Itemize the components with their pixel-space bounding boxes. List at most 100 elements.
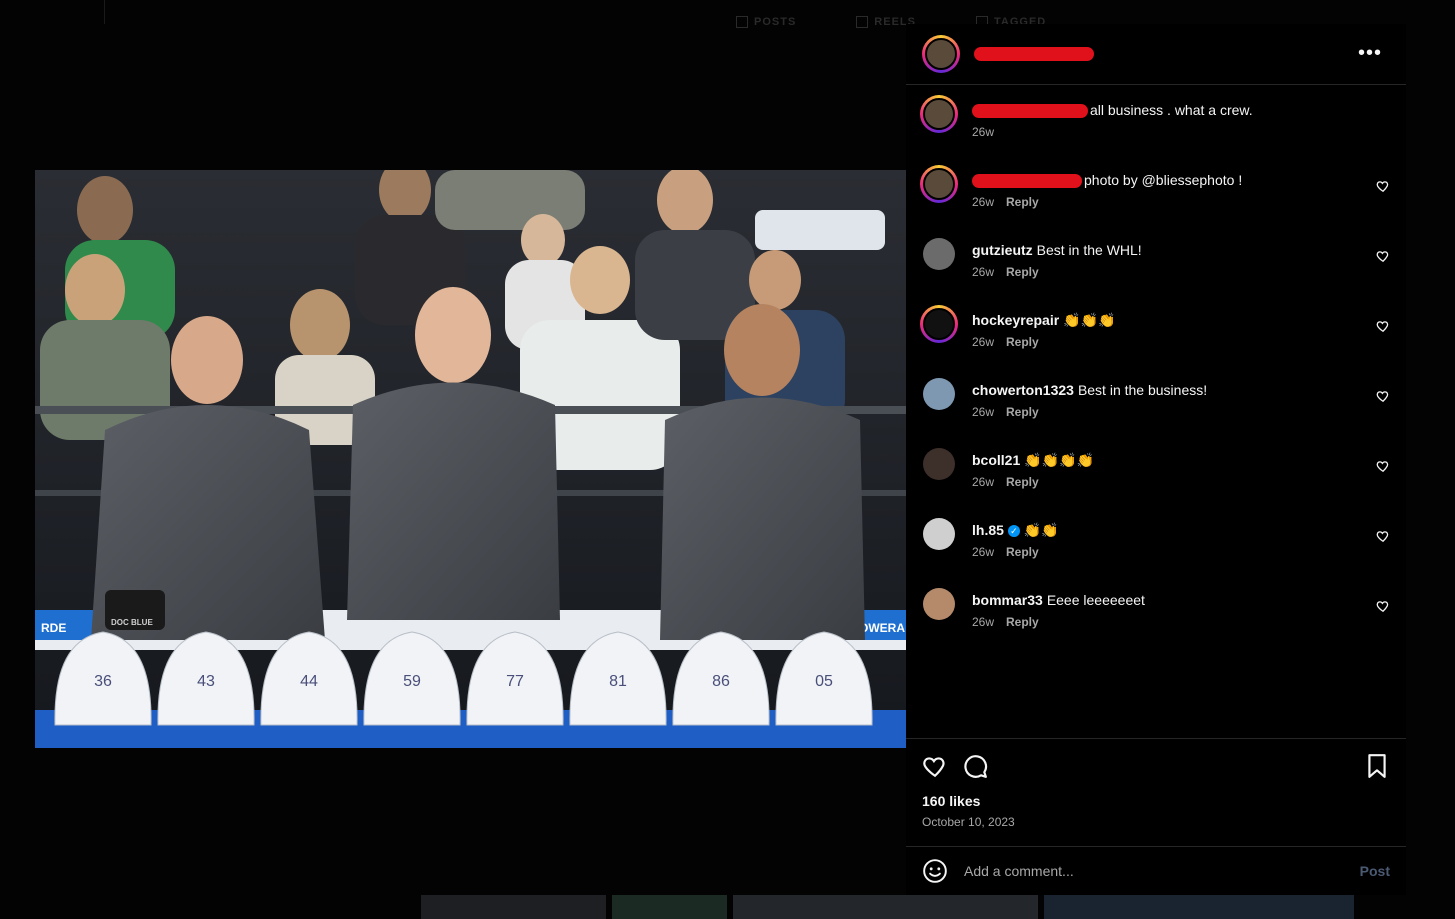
background-thumbnails [421, 895, 1354, 919]
commenter-avatar[interactable] [920, 95, 958, 133]
reels-icon [856, 16, 869, 28]
comment-like-heart-icon[interactable] [1376, 529, 1390, 543]
commenter-avatar[interactable] [923, 378, 955, 410]
avatar-image [923, 168, 955, 200]
reply-button[interactable]: Reply [1006, 615, 1039, 629]
comment-meta: 26w Reply [972, 475, 1372, 489]
comment-time[interactable]: 26w [972, 195, 994, 209]
background-thumbnail [421, 895, 606, 919]
comment-text: photo by @bliessephoto ! [1084, 172, 1243, 188]
comment-text: all business . what a crew. [1090, 102, 1253, 118]
likes-count[interactable]: 160 likes [906, 781, 1406, 809]
comment-row: gutzieutz Best in the WHL! 26w Reply [920, 235, 1390, 279]
photo-illustration: RDE POWERA DOC BLUE 36 43 44 59 77 81 86 05 [35, 170, 906, 748]
reply-button[interactable]: Reply [1006, 335, 1039, 349]
comment-time[interactable]: 26w [972, 405, 994, 419]
commenter-avatar[interactable] [923, 238, 955, 270]
redacted-username [972, 104, 1088, 119]
reply-button[interactable]: Reply [1006, 265, 1039, 279]
sign-left-text: RDE [41, 621, 66, 635]
commenter-avatar[interactable] [923, 448, 955, 480]
comment-time[interactable]: 26w [972, 545, 994, 559]
reply-button[interactable]: Reply [1006, 195, 1039, 209]
reply-button[interactable]: Reply [1006, 545, 1039, 559]
comment-like-heart-icon[interactable] [1376, 179, 1390, 193]
helmet-number: 43 [197, 673, 215, 690]
commenter-avatar[interactable] [923, 518, 955, 550]
reply-button[interactable]: Reply [1006, 405, 1039, 419]
reply-button[interactable]: Reply [1006, 475, 1039, 489]
tab-label: POSTS [754, 16, 797, 28]
comment-like-heart-icon[interactable] [1376, 319, 1390, 333]
commenter-avatar[interactable] [920, 165, 958, 203]
comment-time[interactable]: 26w [972, 475, 994, 489]
comment-username[interactable]: lh.85 [972, 522, 1004, 538]
comment-text: 👏👏 [1023, 522, 1059, 538]
post-photo[interactable]: RDE POWERA DOC BLUE 36 43 44 59 77 81 86 05 [35, 170, 906, 748]
emoji-icon[interactable] [922, 858, 948, 884]
add-comment-bar: Post [906, 846, 1406, 895]
background-divider [104, 0, 105, 24]
commenter-avatar[interactable] [920, 305, 958, 343]
comment-like-heart-icon[interactable] [1376, 459, 1390, 473]
comment-time[interactable]: 26w [972, 125, 994, 139]
comment-input[interactable] [962, 862, 1360, 880]
comment-row: lh.85 ✓ 👏👏 26w Reply [920, 515, 1390, 559]
comment-line: gutzieutz Best in the WHL! [972, 241, 1372, 259]
background-tab-posts: POSTS [736, 16, 796, 28]
avatar-image [923, 98, 955, 130]
comments-list: all business . what a crew. 26w photo by @… [906, 85, 1406, 629]
post-actions: 160 likes October 10, 2023 [906, 738, 1406, 829]
comment-time[interactable]: 26w [972, 265, 994, 279]
comment-text: 👏👏👏 [1063, 312, 1116, 328]
comment-line: bcoll21 👏👏👏👏 [972, 451, 1372, 469]
cap-text: DOC BLUE [111, 618, 153, 627]
comment-body: all business . what a crew. 26w [972, 101, 1372, 139]
comment-meta: 26w Reply [972, 615, 1372, 629]
comment-row: bommar33 Eeee leeeeeeet 26w Reply [920, 585, 1390, 629]
comment-username[interactable]: chowerton1323 [972, 382, 1074, 398]
avatar-image [925, 38, 957, 70]
comment-line: lh.85 ✓ 👏👏 [972, 521, 1372, 539]
post-date: October 10, 2023 [922, 815, 1015, 829]
comment-time[interactable]: 26w [972, 335, 994, 349]
avatar-image [923, 308, 955, 340]
redacted-username [972, 174, 1082, 189]
helmet-number: 81 [609, 673, 627, 690]
comment-text: 👏👏👏👏 [1024, 452, 1094, 468]
author-avatar[interactable] [922, 35, 960, 73]
post-comment-button[interactable]: Post [1360, 863, 1390, 879]
comment-like-heart-icon[interactable] [1376, 389, 1390, 403]
helmet-number: 86 [712, 673, 730, 690]
commenter-avatar[interactable] [923, 588, 955, 620]
comment-row: all business . what a crew. 26w [920, 95, 1390, 139]
comment-meta: 26w [972, 125, 1372, 139]
helmet-number: 05 [815, 673, 833, 690]
like-heart-icon[interactable] [922, 753, 948, 779]
comment-username[interactable]: gutzieutz [972, 242, 1033, 258]
comment-text: Eeee leeeeeeet [1046, 592, 1145, 608]
comment-text: Best in the WHL! [1036, 242, 1142, 258]
comment-meta: 26w Reply [972, 335, 1372, 349]
comment-row: hockeyrepair 👏👏👏 26w Reply [920, 305, 1390, 349]
background-thumbnail [1044, 895, 1354, 919]
comment-like-heart-icon[interactable] [1376, 249, 1390, 263]
comment-line: all business . what a crew. [972, 101, 1372, 119]
helmet-number: 77 [506, 673, 524, 690]
comment-meta: 26w Reply [972, 545, 1372, 559]
save-bookmark-icon[interactable] [1364, 753, 1390, 779]
comment-username[interactable]: hockeyrepair [972, 312, 1059, 328]
action-icons [906, 739, 1406, 781]
comment-time[interactable]: 26w [972, 615, 994, 629]
redacted-username [974, 47, 1094, 61]
more-horizontal-icon[interactable]: ••• [1358, 42, 1382, 65]
helmet-number: 44 [300, 673, 318, 690]
comment-username[interactable]: bcoll21 [972, 452, 1020, 468]
helmet-number: 36 [94, 673, 112, 690]
comment-line: bommar33 Eeee leeeeeeet [972, 591, 1372, 609]
comment-body: bcoll21 👏👏👏👏 26w Reply [972, 451, 1372, 489]
comment-like-heart-icon[interactable] [1376, 599, 1390, 613]
comment-icon[interactable] [962, 753, 988, 779]
comment-username[interactable]: bommar33 [972, 592, 1043, 608]
comment-line: photo by @bliessephoto ! [972, 171, 1372, 189]
